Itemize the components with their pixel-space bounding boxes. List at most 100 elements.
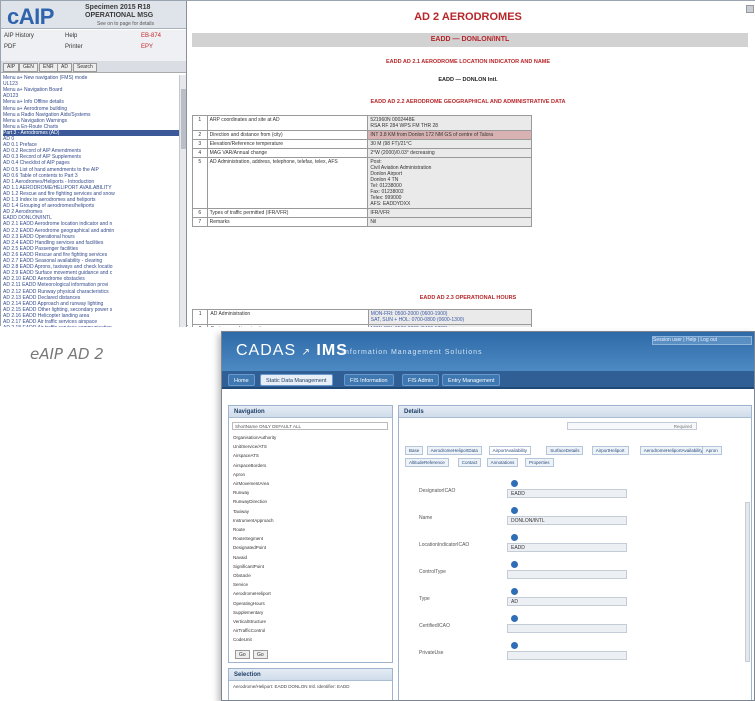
amendment-link[interactable]: EB-874 — [141, 33, 161, 39]
row-label: Elevation/Reference temperature — [206, 139, 369, 149]
eaip-toc-tree: Menu a+ New navigation (FMS) mode UL123 M… — [3, 75, 183, 327]
detail-tab[interactable]: AirportAvailability — [488, 446, 532, 455]
detail-tab[interactable]: AltitudeReference — [405, 458, 449, 467]
nav-entry-management[interactable]: Entry Management — [442, 374, 501, 386]
spec-details-link[interactable]: See on to page for details — [97, 21, 154, 27]
info-icon[interactable] — [511, 507, 518, 514]
tab-gen[interactable]: GEN — [19, 63, 38, 72]
nav-static-data-management[interactable]: Static Data Management — [260, 374, 333, 386]
detail-tab[interactable]: Annotations — [486, 458, 519, 467]
navigation-item[interactable]: InstrumentApproach — [233, 517, 383, 524]
row-number: 5 — [192, 157, 208, 209]
navigation-item[interactable]: OrganisationAuthority — [233, 434, 383, 441]
navigation-item[interactable]: AirspaceBorders — [233, 462, 383, 469]
detail-tab[interactable]: AirportHeliport — [591, 446, 629, 455]
navigation-item[interactable]: Supplementary — [233, 609, 383, 616]
navigation-panel-title: Navigation — [229, 406, 392, 418]
info-icon[interactable] — [511, 561, 518, 568]
detail-tab[interactable]: Apron — [701, 446, 722, 455]
navigation-item[interactable]: Navaid — [233, 554, 383, 561]
page-title: AD 2 AERODROMES — [414, 11, 522, 23]
tab-ad[interactable]: AD — [57, 63, 72, 72]
field-label: PrivateUse — [419, 650, 444, 656]
pdf-link[interactable]: PDF — [4, 44, 16, 50]
details-panel: Details Required Base AerodromeHeliportDa… — [398, 405, 752, 700]
nav-fis-information[interactable]: FIS Information — [344, 374, 394, 386]
info-icon[interactable] — [511, 615, 518, 622]
info-icon[interactable] — [511, 534, 518, 541]
detail-tab[interactable]: Properties — [525, 458, 554, 467]
navigation-item[interactable]: OperatingHours — [233, 600, 383, 607]
navigation-item[interactable]: Taxiway — [233, 508, 383, 515]
navigation-item[interactable]: AirMovementArea — [233, 480, 383, 487]
tab-aip[interactable]: AIP — [3, 63, 20, 72]
go-button-2[interactable]: Go — [253, 650, 268, 659]
go-button-1[interactable]: Go — [235, 650, 250, 659]
tab-enr[interactable]: ENR — [39, 63, 58, 72]
info-icon[interactable] — [511, 588, 518, 595]
field-value-input[interactable] — [507, 624, 627, 633]
table-row: 2Customs and immigrationMON-FRI: 0500-00… — [191, 324, 533, 327]
toc-item[interactable]: AD 2.18 EADD Air traffic services commun… — [3, 325, 181, 327]
ims-logo: CADAS ↗ IMS — [236, 342, 348, 360]
row-label: Remarks — [206, 217, 369, 227]
field-value-input[interactable] — [507, 651, 627, 660]
spec-line-2: OPERATIONAL MSG — [85, 12, 154, 19]
eaip-sidebar: cAIP Specimen 2015 R18 OPERATIONAL MSG S… — [1, 1, 187, 327]
tab-search[interactable]: Search — [73, 63, 97, 72]
history-link[interactable]: AIP History — [4, 33, 34, 39]
epy-link[interactable]: EPY — [141, 44, 153, 50]
collapse-icon[interactable] — [746, 5, 754, 13]
details-panel-title: Details — [399, 406, 751, 418]
eaip-header: cAIP Specimen 2015 R18 OPERATIONAL MSG S… — [1, 1, 186, 29]
details-search-input[interactable]: Required — [567, 422, 697, 430]
section-2-2-heading: EADD AD 2.2 AERODROME GEOGRAPHICAL AND A… — [370, 99, 566, 105]
detail-tab[interactable]: AerodromeHeliportData — [426, 446, 482, 455]
navigation-item[interactable]: VerticalStructure — [233, 618, 383, 625]
navigation-item[interactable]: DesignatedPoint — [233, 544, 383, 551]
navigation-item[interactable]: CodeUnit — [233, 636, 383, 643]
spec-line-1: Specimen 2015 R18 — [85, 4, 151, 11]
selection-text: Aerodrome/Heliport: EADD DONLON Intl. Id… — [233, 684, 350, 689]
info-icon[interactable] — [511, 642, 518, 649]
field-value-input[interactable] — [507, 570, 627, 579]
details-scrollbar[interactable] — [745, 502, 750, 662]
nav-fis-admin[interactable]: FIS Admin — [402, 374, 440, 386]
table-row: 1 AD Administration MON-FRI: 0500-2000 (06… — [191, 309, 533, 325]
field-value-input[interactable]: EADD — [507, 489, 627, 498]
ims-nav-bar: Home Static Data Management FIS Informat… — [222, 371, 754, 389]
navigation-item[interactable]: Obstacle — [233, 572, 383, 579]
field-value-input[interactable]: EADD — [507, 543, 627, 552]
navigation-item[interactable]: AirspaceATS — [233, 452, 383, 459]
navigation-item[interactable]: Unit/Service/ATS — [233, 443, 383, 450]
row-label: MAG VAR/Annual change — [206, 148, 369, 158]
printer-link[interactable]: Printer — [65, 44, 83, 50]
scrollbar-thumb[interactable] — [181, 89, 186, 149]
navigation-item[interactable]: Runway — [233, 489, 383, 496]
navigation-item[interactable]: Apron — [233, 471, 383, 478]
navigation-filter-input[interactable]: ShortName ONLY DEFAULT ALL — [232, 422, 388, 430]
row-value: IFR/VFR — [367, 208, 532, 218]
navigation-item[interactable]: RunwayDirection — [233, 498, 383, 505]
navigation-item[interactable]: Service — [233, 581, 383, 588]
section-2-1-value: EADD — DONLON Intl. — [438, 77, 498, 83]
detail-tab[interactable]: Base — [405, 446, 424, 455]
eaip-logo: cAIP — [7, 4, 54, 29]
help-link[interactable]: Help — [65, 33, 77, 39]
navigation-item[interactable]: Route — [233, 526, 383, 533]
detail-tab[interactable]: AerodromeHeliportAvailability — [639, 446, 707, 455]
detail-tab[interactable]: Contact — [457, 458, 482, 467]
info-icon[interactable] — [511, 480, 518, 487]
navigation-item[interactable]: SignificantPoint — [233, 563, 383, 570]
detail-tab[interactable]: SurfaceDetails — [546, 446, 584, 455]
navigation-item[interactable]: RouteSegment — [233, 535, 383, 542]
field-value-input[interactable]: AD — [507, 597, 627, 606]
row-number: 1 — [192, 115, 208, 131]
navigation-item[interactable]: AirTrafficControl — [233, 627, 383, 634]
nav-home[interactable]: Home — [228, 374, 255, 386]
navigation-item[interactable]: AerodromeHeliport — [233, 590, 383, 597]
tree-scrollbar[interactable] — [179, 75, 186, 327]
field-value-input[interactable]: DONLON/INTL — [507, 516, 627, 525]
row-label: AD Administration, address, telephone, t… — [206, 157, 369, 209]
user-session-box[interactable]: Session user | Help | Log out — [652, 336, 752, 345]
